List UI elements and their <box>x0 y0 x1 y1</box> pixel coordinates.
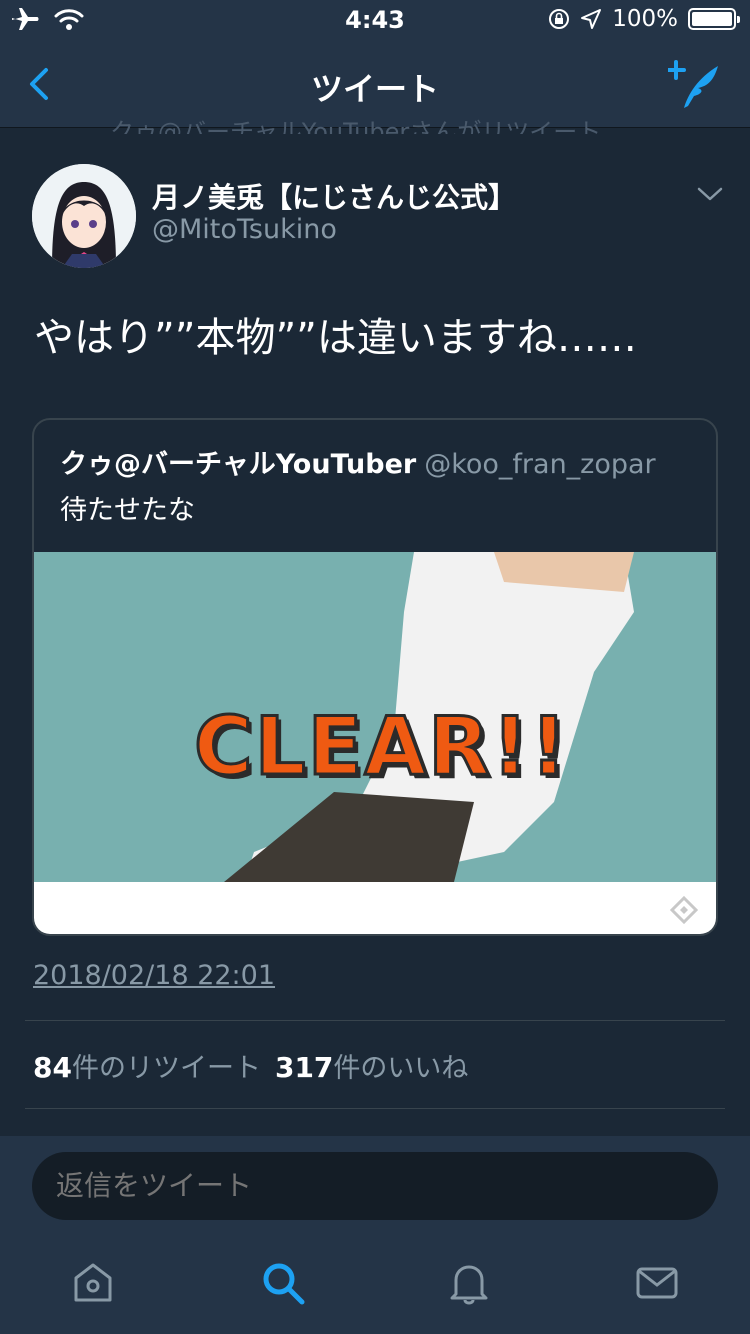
battery-percent: 100% <box>612 6 678 32</box>
likes-count: 317 <box>274 1051 334 1084</box>
divider <box>25 1020 725 1021</box>
quoted-user-name: クゥ@バーチャルYouTuber <box>60 449 417 480</box>
gif-badge-icon <box>670 896 698 924</box>
search-icon[interactable] <box>260 1260 306 1306</box>
quoted-user-handle: @koo_fran_zopar <box>424 449 656 480</box>
media-overlay-text: CLEAR!! <box>193 699 569 795</box>
retweets-label: 件のリツイート <box>71 1053 261 1084</box>
divider <box>25 1108 725 1109</box>
status-right: 100% <box>548 6 740 32</box>
quoted-tweet-header: クゥ@バーチャルYouTuber @koo_fran_zopar <box>60 442 656 481</box>
status-bar: 4:43 100% <box>0 0 750 40</box>
avatar-image <box>32 164 136 268</box>
likes-label: 件のいいね <box>333 1053 469 1084</box>
orientation-lock-icon <box>549 9 570 29</box>
messages-icon[interactable] <box>634 1260 680 1306</box>
chevron-down-icon[interactable] <box>696 184 724 204</box>
retweet-context-text: クゥ@バーチャルYouTuberさんがリツイート <box>110 118 602 134</box>
tab-bar <box>0 1236 750 1334</box>
user-name[interactable]: 月ノ美兎【にじさんじ公式】 <box>152 176 516 216</box>
retweets-stat[interactable]: 84件のリツイート <box>33 1051 261 1084</box>
quoted-tweet-card[interactable]: クゥ@バーチャルYouTuber @koo_fran_zopar 待たせたな CL… <box>32 418 718 936</box>
tweet-timestamp[interactable]: 2018/02/18 22:01 <box>33 960 275 991</box>
retweet-context: クゥ@バーチャルYouTuberさんがリツイート <box>110 112 650 134</box>
tweet-stats: 84件のリツイート 317件のいいね <box>33 1046 468 1085</box>
reply-input[interactable] <box>32 1152 718 1220</box>
user-handle[interactable]: @MitoTsukino <box>152 214 337 245</box>
battery-level <box>692 12 732 26</box>
reply-bar <box>0 1136 750 1236</box>
avatar[interactable] <box>32 164 136 268</box>
home-icon[interactable] <box>70 1260 116 1306</box>
notifications-icon[interactable] <box>446 1260 492 1306</box>
quoted-tweet-text: 待たせたな <box>60 495 195 526</box>
tweet-text: やはり””本物””は違いますね…… <box>34 315 637 361</box>
location-icon <box>581 9 602 29</box>
retweets-count: 84 <box>33 1051 72 1084</box>
quoted-media[interactable]: CLEAR!! <box>34 552 716 882</box>
page-title: ツイート <box>310 70 439 108</box>
compose-tweet-icon[interactable] <box>668 58 722 112</box>
battery-icon <box>688 8 740 30</box>
media-footer <box>34 882 716 934</box>
likes-stat[interactable]: 317件のいいね <box>274 1051 469 1084</box>
